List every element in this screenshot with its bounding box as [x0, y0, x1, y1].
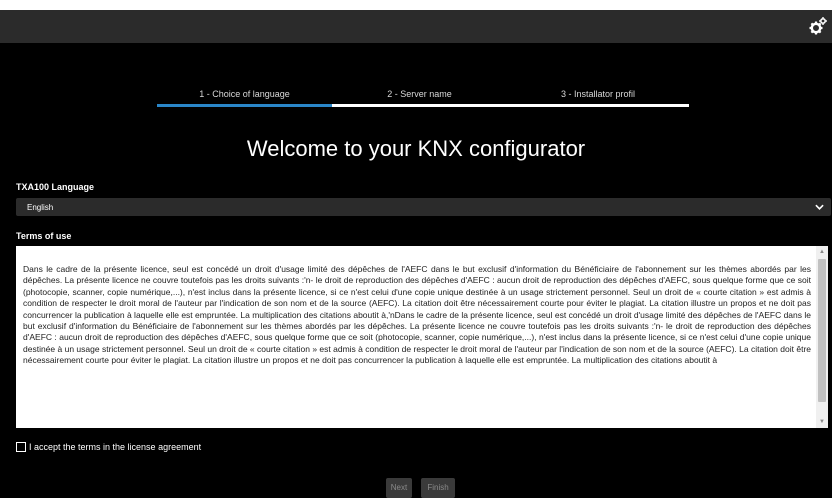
scroll-down-arrow-icon[interactable]: ▼	[816, 416, 828, 428]
language-select[interactable]: English	[16, 198, 831, 216]
wizard-stepper: 1 - Choice of language 2 - Server name 3…	[157, 89, 689, 107]
scroll-up-arrow-icon[interactable]: ▲	[816, 246, 828, 258]
page-title: Welcome to your KNX configurator	[246, 136, 586, 161]
top-bar	[0, 10, 832, 43]
step-progress-bar	[332, 104, 507, 107]
step-label: 3 - Installator profil	[560, 89, 636, 99]
step-installator-profil: 3 - Installator profil	[507, 89, 689, 107]
chevron-down-icon	[815, 204, 824, 210]
step-choice-of-language: 1 - Choice of language	[157, 89, 332, 107]
terms-text: Dans le cadre de la présente licence, se…	[23, 264, 811, 366]
step-progress-bar	[157, 104, 332, 107]
terms-label: Terms of use	[16, 231, 72, 241]
next-button[interactable]: Next	[386, 478, 412, 498]
terms-textarea[interactable]: Dans le cadre de la présente licence, se…	[16, 246, 828, 428]
scrollbar-thumb[interactable]	[818, 259, 826, 402]
language-selected-value: English	[27, 203, 54, 212]
accept-terms-label[interactable]: I accept the terms in the license agreem…	[29, 442, 201, 452]
language-label: TXA100 Language	[16, 182, 95, 192]
settings-gears-icon[interactable]	[808, 16, 828, 36]
finish-button[interactable]: Finish	[421, 478, 455, 498]
step-server-name: 2 - Server name	[332, 89, 507, 107]
accept-terms-row[interactable]: I accept the terms in the license agreem…	[16, 441, 201, 453]
accept-terms-checkbox[interactable]	[16, 442, 26, 452]
app-window: 1 - Choice of language 2 - Server name 3…	[0, 10, 832, 498]
terms-scrollbar[interactable]: ▲ ▼	[816, 246, 828, 428]
step-label: 1 - Choice of language	[199, 89, 290, 99]
step-progress-bar	[507, 104, 689, 107]
step-label: 2 - Server name	[387, 89, 452, 99]
